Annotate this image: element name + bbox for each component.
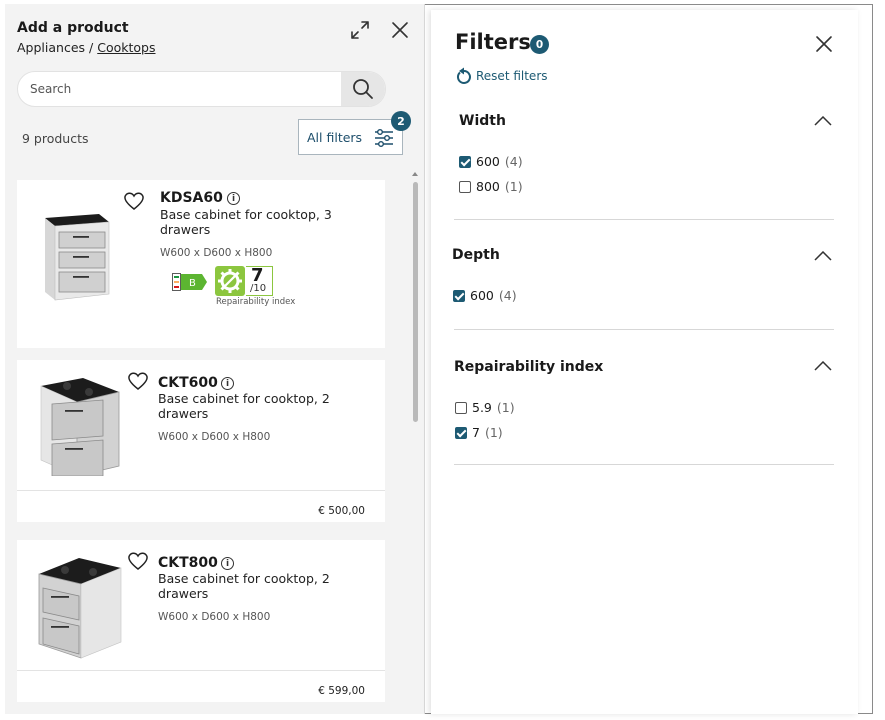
product-dimensions: W600 x D600 x H800 bbox=[158, 611, 271, 623]
repairability-max: /10 bbox=[250, 283, 267, 294]
option-label: 7 bbox=[472, 425, 480, 440]
search-box bbox=[17, 71, 386, 107]
energy-label-icon: B bbox=[172, 273, 207, 291]
product-price: € 500,00 bbox=[318, 505, 365, 517]
expand-button[interactable] bbox=[348, 18, 372, 42]
product-dimensions: W600 x D600 x H800 bbox=[160, 247, 273, 259]
section-divider bbox=[454, 464, 834, 465]
active-filters-badge: 0 bbox=[530, 35, 549, 54]
option-count: (4) bbox=[498, 288, 517, 303]
reset-arrow-icon bbox=[457, 67, 471, 84]
filter-section-depth-title[interactable]: Depth bbox=[452, 247, 500, 263]
product-card[interactable]: CKT600 i Base cabinet for cooktop, 2 dra… bbox=[17, 360, 385, 522]
breadcrumb-parent[interactable]: Appliances bbox=[17, 40, 85, 55]
product-card[interactable]: CKT800 i Base cabinet for cooktop, 2 dra… bbox=[17, 540, 385, 702]
breadcrumb: Appliances / Cooktops bbox=[17, 40, 156, 55]
product-list-scrollbar[interactable] bbox=[412, 172, 419, 714]
product-name[interactable]: CKT800 bbox=[158, 555, 218, 571]
chevron-up-icon[interactable] bbox=[814, 361, 832, 371]
scroll-up-arrow[interactable] bbox=[412, 172, 418, 176]
close-panel-button[interactable] bbox=[390, 20, 410, 40]
expand-arrows-icon bbox=[351, 21, 369, 39]
repairability-score-box: 7 /10 bbox=[246, 265, 273, 296]
option-count: (1) bbox=[496, 400, 515, 415]
breadcrumb-current[interactable]: Cooktops bbox=[97, 40, 155, 55]
product-image bbox=[40, 378, 120, 476]
checkbox[interactable] bbox=[455, 401, 467, 414]
search-button[interactable] bbox=[341, 72, 385, 106]
product-name[interactable]: CKT600 bbox=[158, 375, 218, 391]
repairability-badge: 7 /10 bbox=[215, 265, 273, 296]
reset-filters-label: Reset filters bbox=[476, 69, 548, 83]
option-label: 600 bbox=[470, 288, 494, 303]
option-label: 600 bbox=[476, 154, 500, 169]
favorite-heart-icon[interactable] bbox=[127, 551, 149, 571]
energy-class: B bbox=[189, 278, 196, 289]
filters-panel: Filters 0 Reset filters Width 600 (4) 80… bbox=[431, 10, 858, 714]
option-count: (1) bbox=[484, 425, 503, 440]
product-dimensions: W600 x D600 x H800 bbox=[158, 431, 271, 443]
add-product-panel: Add a product Appliances /Cooktops 9 prod… bbox=[5, 4, 425, 714]
filter-option-depth-600[interactable]: 600 (4) bbox=[453, 288, 517, 303]
filter-option-repairability-7[interactable]: 7 (1) bbox=[455, 425, 503, 440]
scroll-thumb[interactable] bbox=[413, 182, 418, 422]
price-divider bbox=[17, 670, 385, 671]
product-image bbox=[45, 214, 110, 301]
reset-filters-button[interactable]: Reset filters bbox=[455, 67, 548, 85]
checkbox[interactable] bbox=[453, 289, 465, 302]
option-label: 5.9 bbox=[472, 400, 492, 415]
filter-option-width-800[interactable]: 800 (1) bbox=[459, 179, 523, 194]
product-card[interactable]: KDSA60 i Base cabinet for cooktop, 3 dra… bbox=[17, 180, 385, 348]
chevron-up-icon[interactable] bbox=[814, 116, 832, 126]
close-icon bbox=[816, 36, 832, 52]
favorite-heart-icon[interactable] bbox=[123, 191, 145, 211]
price-divider bbox=[17, 490, 385, 491]
product-count: 9 products bbox=[22, 131, 89, 146]
all-filters-badge: 2 bbox=[391, 111, 411, 131]
product-price: € 599,00 bbox=[318, 685, 365, 697]
repairability-label: Repairability index bbox=[216, 297, 296, 307]
info-icon[interactable]: i bbox=[221, 377, 234, 390]
all-filters-button[interactable]: All filters bbox=[298, 119, 403, 155]
breadcrumb-separator: / bbox=[89, 40, 94, 55]
section-divider bbox=[454, 219, 834, 220]
option-label: 800 bbox=[476, 179, 500, 194]
favorite-heart-icon[interactable] bbox=[127, 371, 149, 391]
info-icon[interactable]: i bbox=[221, 557, 234, 570]
search-input[interactable] bbox=[18, 72, 343, 106]
product-description: Base cabinet for cooktop, 3 drawers bbox=[160, 207, 332, 237]
filter-option-repairability-5-9[interactable]: 5.9 (1) bbox=[455, 400, 515, 415]
filter-section-width-title[interactable]: Width bbox=[459, 113, 506, 129]
close-icon bbox=[392, 22, 408, 38]
product-description: Base cabinet for cooktop, 2 drawers bbox=[158, 571, 330, 601]
section-divider bbox=[454, 329, 834, 330]
all-filters-label: All filters bbox=[307, 129, 363, 145]
close-filters-button[interactable] bbox=[815, 35, 833, 53]
chevron-up-icon[interactable] bbox=[814, 251, 832, 261]
search-icon bbox=[353, 79, 373, 99]
product-name[interactable]: KDSA60 bbox=[160, 190, 223, 206]
info-icon[interactable]: i bbox=[227, 192, 240, 205]
option-count: (4) bbox=[504, 154, 523, 169]
checkbox[interactable] bbox=[459, 180, 471, 193]
checkbox[interactable] bbox=[455, 426, 467, 439]
checkbox[interactable] bbox=[459, 155, 471, 168]
sliders-icon bbox=[375, 129, 393, 147]
filter-section-repairability-title[interactable]: Repairability index bbox=[454, 359, 603, 375]
panel-title: Add a product bbox=[17, 20, 129, 36]
option-count: (1) bbox=[504, 179, 523, 194]
repairability-gear-icon bbox=[215, 266, 245, 296]
filters-title: Filters bbox=[455, 30, 531, 54]
filter-option-width-600[interactable]: 600 (4) bbox=[459, 154, 523, 169]
product-image bbox=[38, 558, 122, 659]
product-description: Base cabinet for cooktop, 2 drawers bbox=[158, 391, 330, 421]
